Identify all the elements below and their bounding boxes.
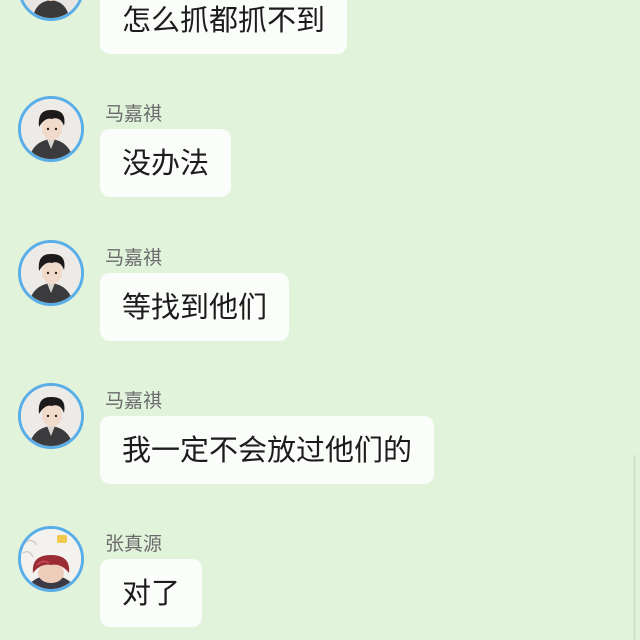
scrollbar[interactable]: [633, 455, 636, 640]
boy-avatar-icon[interactable]: [18, 240, 84, 306]
sender-name: 张真源: [105, 533, 163, 555]
message-text: 对了: [122, 576, 181, 610]
message-bubble[interactable]: 怎么抓都抓不到: [100, 0, 348, 54]
message-bubble[interactable]: 等找到他们: [100, 273, 290, 341]
chat-message-list[interactable]: 怎么抓都抓不到 马嘉祺 没办法 马嘉祺 等找到他们 马嘉祺 我一定不会放过他们的…: [0, 0, 640, 640]
sender-name: 马嘉祺: [105, 103, 163, 125]
message-text: 怎么抓都抓不到: [122, 3, 326, 37]
sender-name: 马嘉祺: [105, 390, 163, 412]
sender-name: 马嘉祺: [105, 247, 163, 269]
message-bubble[interactable]: 我一定不会放过他们的: [100, 416, 435, 484]
boy-avatar-icon[interactable]: [18, 383, 84, 449]
message-text: 我一定不会放过他们的: [122, 433, 413, 467]
message-text: 没办法: [122, 146, 210, 180]
red-hair-avatar-icon[interactable]: [18, 526, 84, 592]
message-bubble[interactable]: 对了: [100, 559, 203, 627]
message-bubble[interactable]: 没办法: [100, 129, 232, 197]
boy-avatar-icon[interactable]: [18, 0, 84, 21]
message-text: 等找到他们: [122, 290, 268, 324]
boy-avatar-icon[interactable]: [18, 96, 84, 162]
